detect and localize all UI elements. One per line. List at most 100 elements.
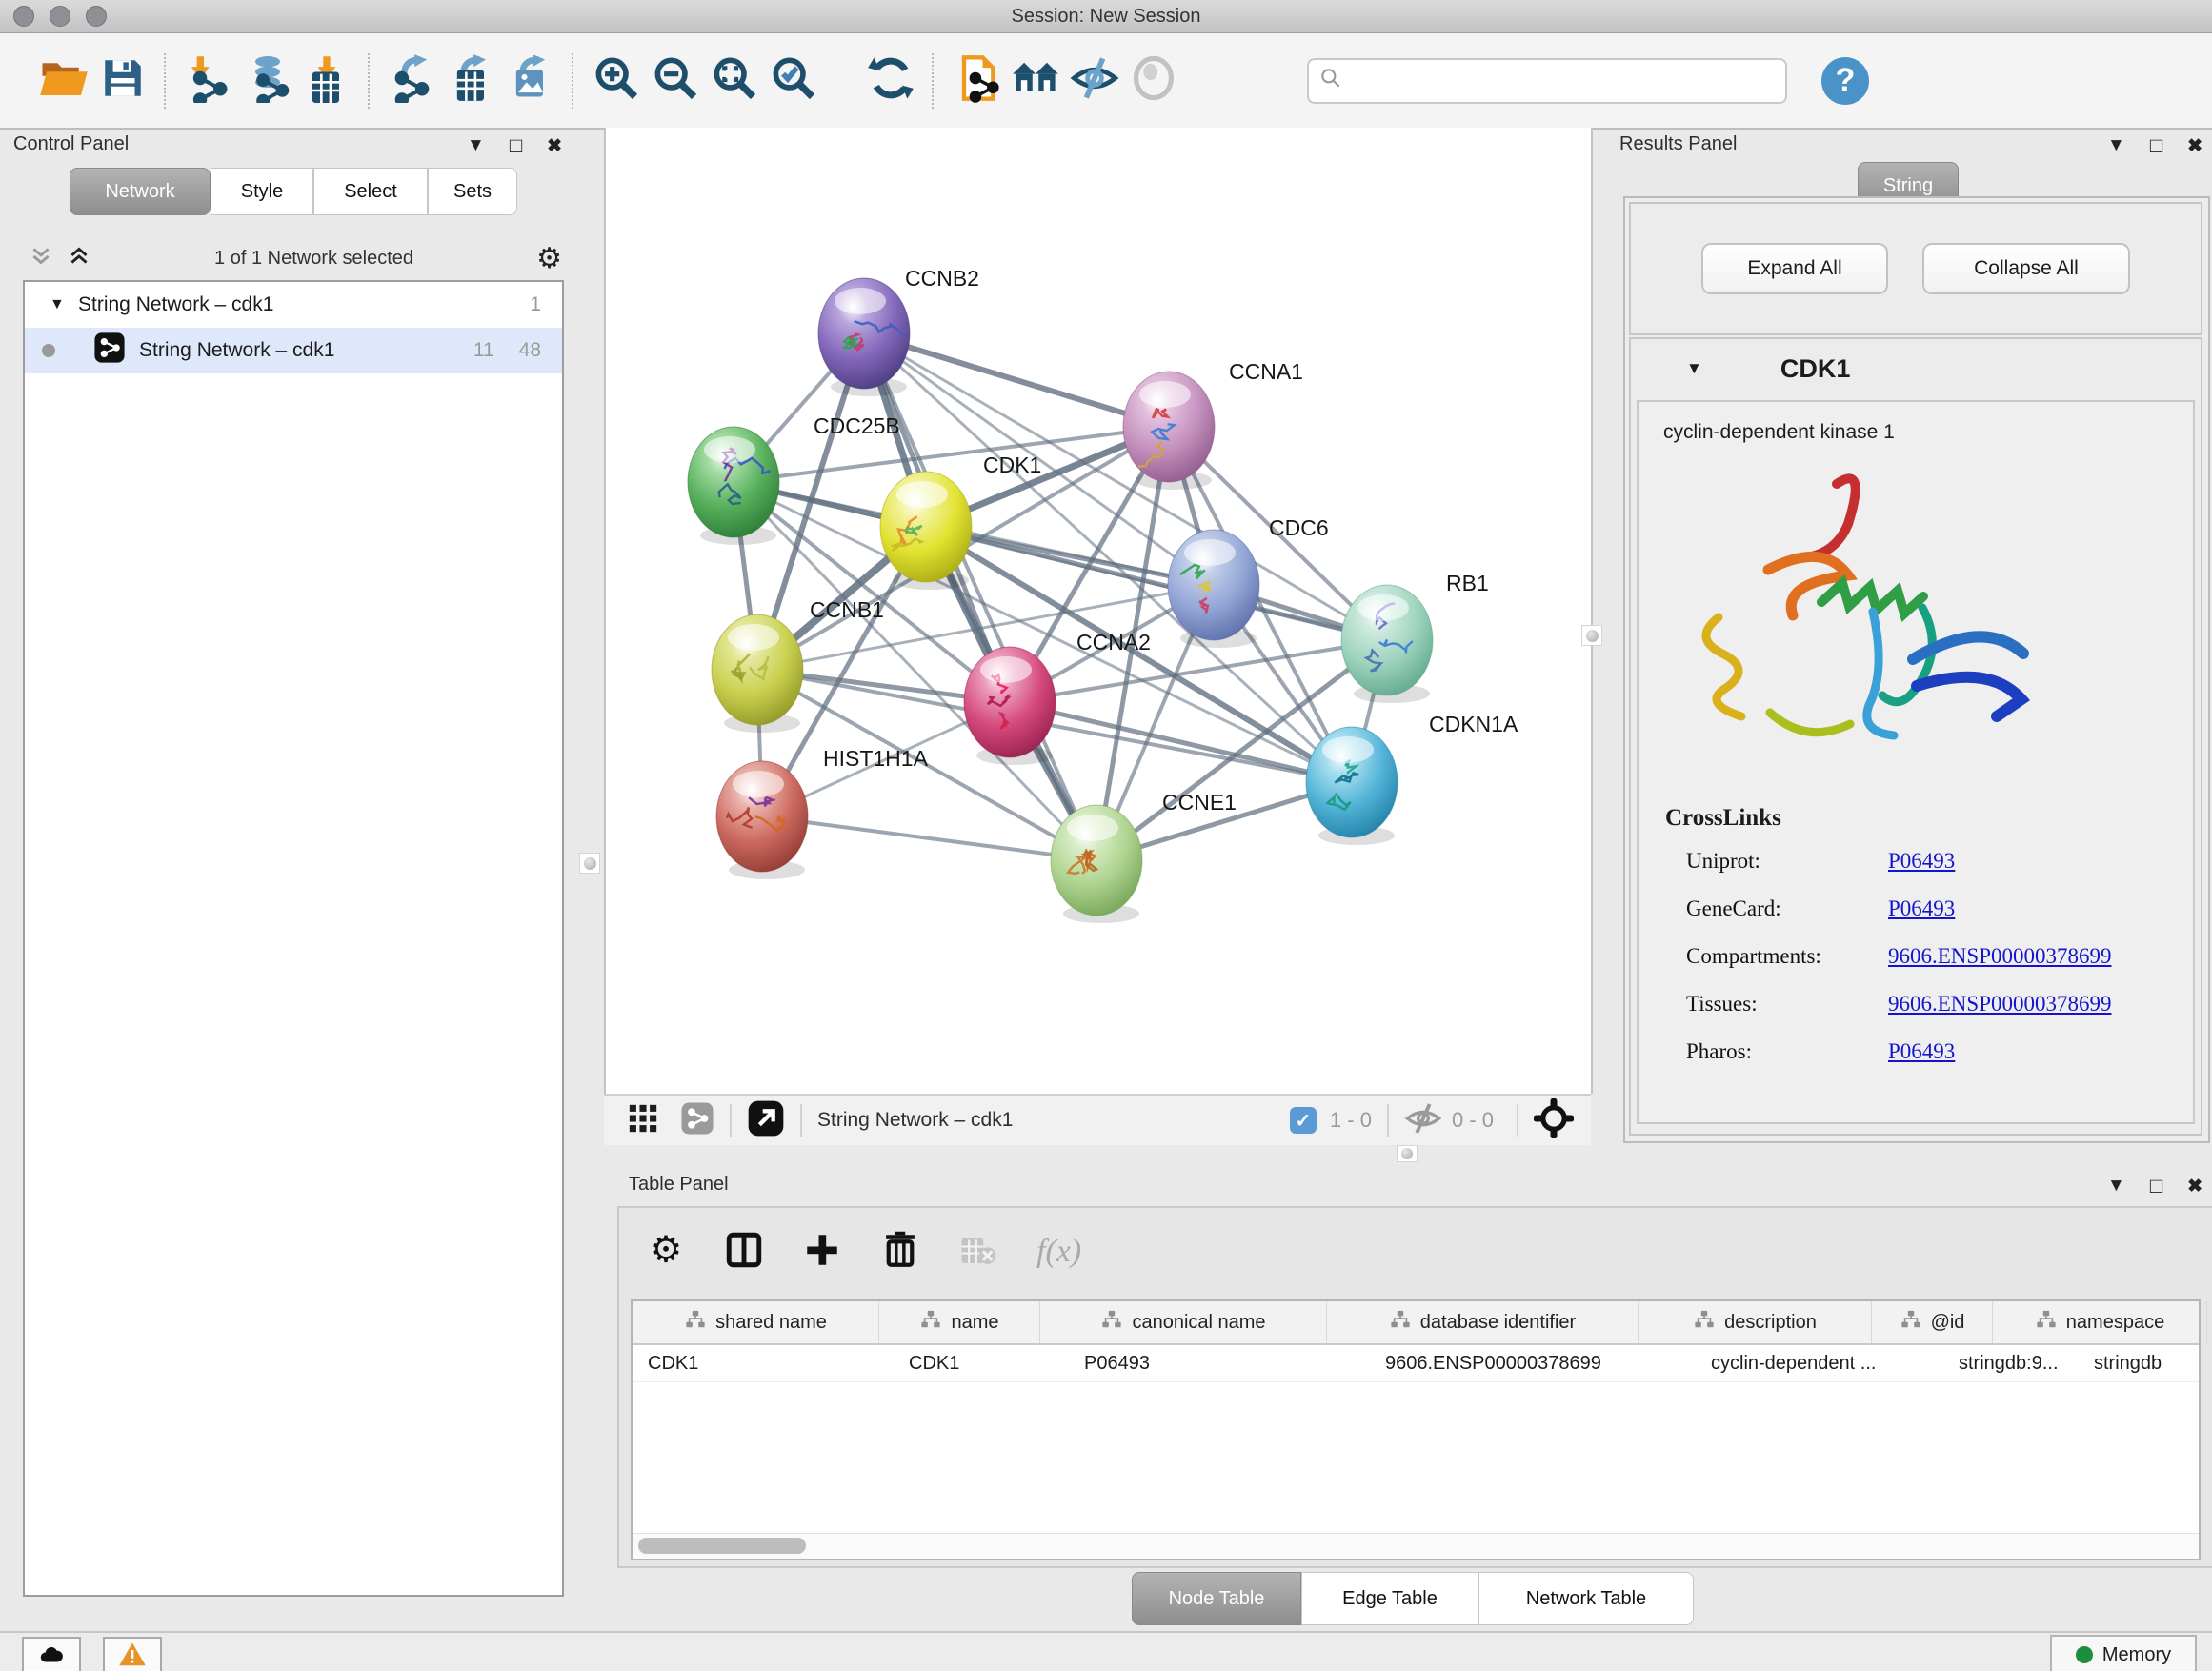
crosslink-link[interactable]: 9606.ENSP00000378699 xyxy=(1888,992,2112,1017)
zoom-selected-icon[interactable] xyxy=(769,53,818,108)
delete-column-icon[interactable] xyxy=(880,1230,920,1275)
table-cell[interactable]: CDK1 xyxy=(894,1345,1069,1381)
import-network-icon[interactable] xyxy=(184,53,233,108)
column-header-database-identifier[interactable]: database identifier xyxy=(1327,1301,1639,1343)
string-import-icon[interactable] xyxy=(952,53,1001,108)
zoom-in-button[interactable] xyxy=(587,51,646,111)
import-network-database-button[interactable] xyxy=(238,51,297,111)
export-image-button[interactable] xyxy=(501,51,560,111)
column-header-description[interactable]: description xyxy=(1639,1301,1872,1343)
table-cell[interactable]: stringdb xyxy=(2079,1345,2212,1381)
panel-menu-icon[interactable]: ▼ xyxy=(2107,135,2125,156)
import-table-button[interactable] xyxy=(297,51,356,111)
zoom-fit-button[interactable] xyxy=(705,51,764,111)
export-network-button[interactable] xyxy=(383,51,442,111)
crosslink-link[interactable]: P06493 xyxy=(1888,896,1955,921)
network-canvas[interactable]: CCNB2CCNA1CDC25BCDK1CDC6RB1CCNB1CCNA2CDK… xyxy=(604,128,1593,1094)
import-table-icon[interactable] xyxy=(302,53,352,108)
left-splitter-grip[interactable] xyxy=(579,853,600,874)
horizontal-scrollbar[interactable] xyxy=(638,1538,806,1554)
gear-icon[interactable]: ⚙ xyxy=(536,242,562,275)
cloud-button[interactable] xyxy=(22,1637,81,1671)
open-in-new-icon[interactable] xyxy=(747,1099,785,1142)
panel-menu-icon[interactable]: ▼ xyxy=(467,135,485,156)
add-column-icon[interactable] xyxy=(802,1230,842,1275)
refresh-icon[interactable] xyxy=(866,53,915,108)
panel-close-icon[interactable]: ✖ xyxy=(547,135,562,157)
enrichment-homes-button[interactable] xyxy=(1006,51,1065,111)
table-cell[interactable]: stringdb:9... xyxy=(1943,1345,2079,1381)
selected-checkbox[interactable]: ✓ xyxy=(1290,1107,1317,1134)
expand-all-icon[interactable] xyxy=(29,244,53,273)
collapse-triangle-icon[interactable]: ▼ xyxy=(1686,359,1702,378)
open-session-button[interactable] xyxy=(34,51,93,111)
save-session-button[interactable] xyxy=(93,51,152,111)
search-input[interactable] xyxy=(1343,69,1776,92)
expand-all-button[interactable]: Expand All xyxy=(1701,243,1888,294)
table-settings-icon[interactable]: ⚙ xyxy=(646,1230,686,1275)
zoom-out-button[interactable] xyxy=(646,51,705,111)
tab-network[interactable]: Network xyxy=(70,168,211,215)
table-cell[interactable]: 9606.ENSP00000378699 xyxy=(1370,1345,1696,1381)
edge-CCNA2-CDKN1A[interactable] xyxy=(1010,702,1352,782)
node-RB1[interactable] xyxy=(1341,585,1433,703)
collapse-all-icon[interactable] xyxy=(67,244,91,273)
tab-sets[interactable]: Sets xyxy=(428,168,517,215)
export-network-icon[interactable] xyxy=(388,53,437,108)
crosslink-link[interactable]: 9606.ENSP00000378699 xyxy=(1888,944,2112,969)
string-import-button[interactable] xyxy=(947,51,1006,111)
tab-select[interactable]: Select xyxy=(313,168,428,215)
panel-float-icon[interactable]: □ xyxy=(510,133,522,158)
memory-button[interactable]: Memory xyxy=(2050,1635,2197,1671)
zoom-out-icon[interactable] xyxy=(651,53,700,108)
node-CCNB2[interactable] xyxy=(818,278,910,396)
table-row[interactable]: CDK1CDK1P064939606.ENSP00000378699cyclin… xyxy=(633,1345,2199,1382)
export-table-button[interactable] xyxy=(442,51,501,111)
zoom-fit-icon[interactable] xyxy=(710,53,759,108)
tab-node-table[interactable]: Node Table xyxy=(1132,1572,1301,1625)
edge-CCNB2-CCNA1[interactable] xyxy=(864,333,1169,427)
help-button[interactable]: ? xyxy=(1821,57,1869,105)
edge-CCNB2-CCNE1[interactable] xyxy=(864,333,1096,860)
column-header-namespace[interactable]: namespace xyxy=(1993,1301,2207,1343)
export-table-icon[interactable] xyxy=(447,53,496,108)
open-session-icon[interactable] xyxy=(38,52,90,109)
enrichment-homes-icon[interactable] xyxy=(1011,53,1060,108)
crosslink-link[interactable]: P06493 xyxy=(1888,849,1955,874)
edge-HIST1H1A-CCNE1[interactable] xyxy=(762,816,1096,860)
import-network-button[interactable] xyxy=(179,51,238,111)
node-CDKN1A[interactable] xyxy=(1306,727,1398,845)
panel-close-icon[interactable]: ✖ xyxy=(2187,1176,2202,1198)
tab-edge-table[interactable]: Edge Table xyxy=(1301,1572,1478,1625)
panel-float-icon[interactable]: □ xyxy=(2150,1174,2162,1198)
zoom-selected-button[interactable] xyxy=(764,51,823,111)
node-CDC25B[interactable] xyxy=(688,427,779,545)
tab-network-table[interactable]: Network Table xyxy=(1478,1572,1694,1625)
result-entry-header[interactable]: ▼ CDK1 xyxy=(1631,339,2201,398)
tab-style[interactable]: Style xyxy=(211,168,313,215)
column-header-canonical-name[interactable]: canonical name xyxy=(1040,1301,1327,1343)
crosslink-link[interactable]: P06493 xyxy=(1888,1039,1955,1064)
table-cell[interactable]: P06493 xyxy=(1069,1345,1370,1381)
horizontal-splitter-grip[interactable] xyxy=(1397,1145,1418,1162)
save-session-icon[interactable] xyxy=(99,54,147,107)
panel-menu-icon[interactable]: ▼ xyxy=(2107,1176,2125,1197)
share-view-icon[interactable] xyxy=(680,1101,714,1140)
node-CCNB1[interactable] xyxy=(712,614,803,733)
panel-float-icon[interactable]: □ xyxy=(2150,133,2162,158)
table-cell[interactable]: cyclin-dependent ... xyxy=(1696,1345,1943,1381)
zoom-in-icon[interactable] xyxy=(592,53,641,108)
warning-button[interactable] xyxy=(103,1637,162,1671)
table-cell[interactable]: CDK1 xyxy=(633,1345,894,1381)
column-header-shared-name[interactable]: shared name xyxy=(633,1301,879,1343)
node-CCNA1[interactable] xyxy=(1123,372,1215,490)
refresh-button[interactable] xyxy=(861,51,920,111)
node-HIST1H1A[interactable] xyxy=(716,761,808,879)
column-header-@id[interactable]: @id xyxy=(1872,1301,1993,1343)
node-CCNE1[interactable] xyxy=(1051,805,1142,923)
hidden-eye-icon[interactable] xyxy=(1404,1099,1442,1142)
column-header-name[interactable]: name xyxy=(879,1301,1040,1343)
network-collection-row[interactable]: ▼ String Network – cdk1 1 xyxy=(25,282,562,328)
import-network-database-icon[interactable] xyxy=(243,53,292,108)
split-panel-icon[interactable] xyxy=(724,1230,764,1275)
